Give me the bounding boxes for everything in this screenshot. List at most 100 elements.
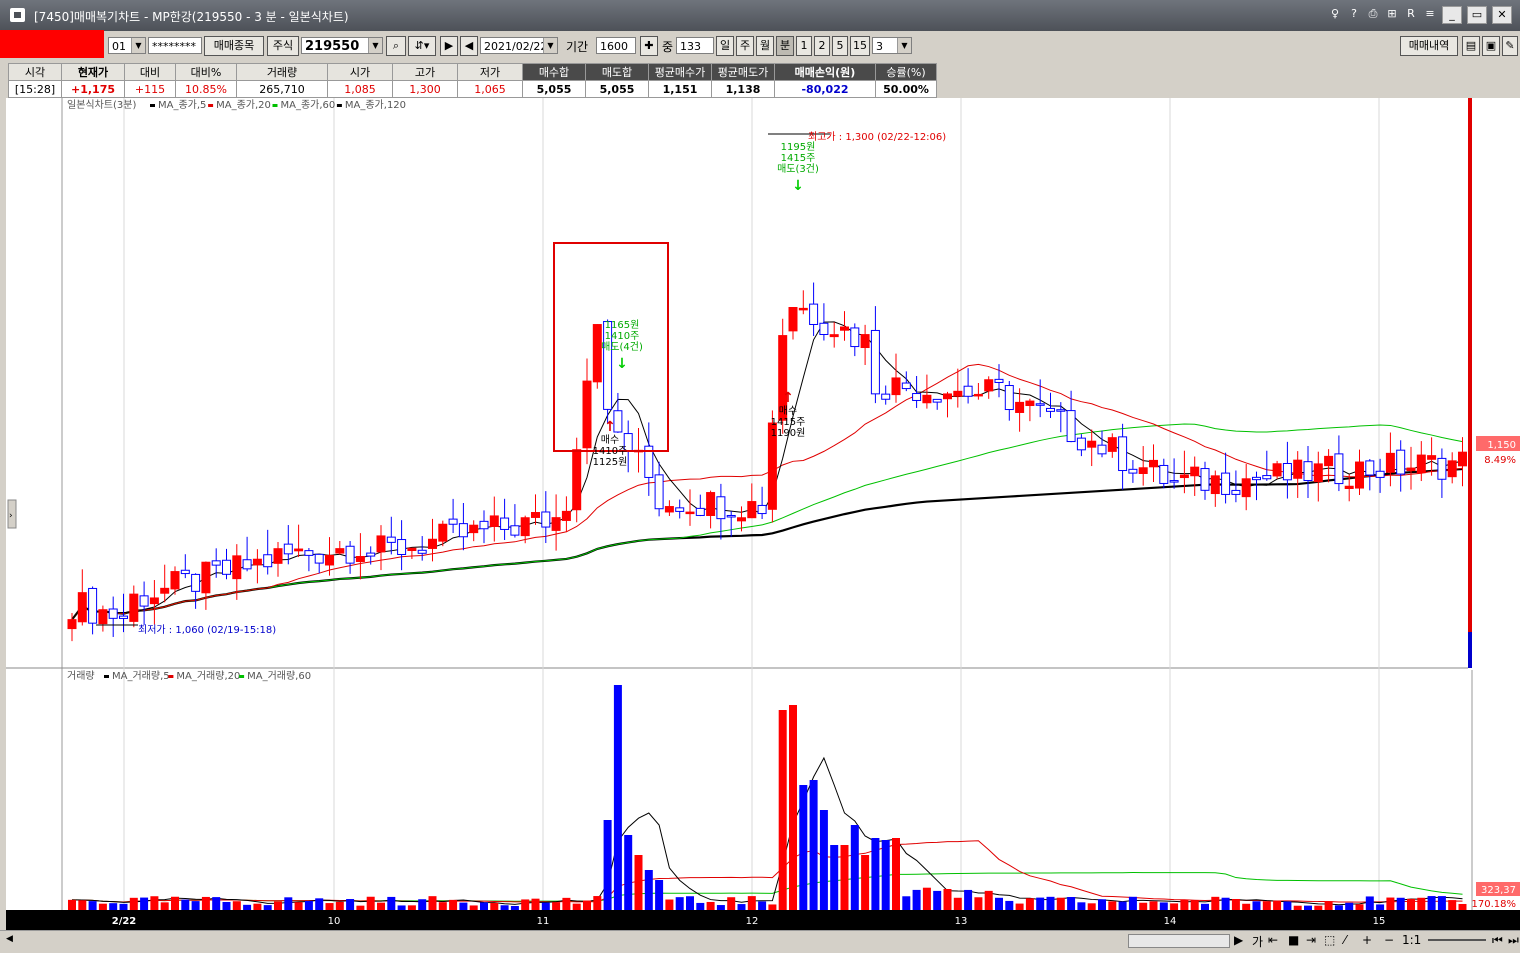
candle-body bbox=[283, 543, 293, 555]
candle-body bbox=[901, 382, 911, 390]
layout-icon[interactable]: ⊞ bbox=[1385, 6, 1399, 22]
candle-body bbox=[829, 334, 839, 338]
chevron-right-icon[interactable]: › bbox=[9, 511, 13, 521]
help-icon[interactable]: ? bbox=[1347, 6, 1361, 22]
min-select-value: 3 bbox=[876, 40, 883, 53]
period-input[interactable]: 1600 bbox=[596, 37, 636, 54]
last-icon[interactable]: ⏭ bbox=[1508, 933, 1519, 948]
candle-body bbox=[294, 548, 304, 552]
first-icon[interactable]: ⏮ bbox=[1492, 933, 1503, 948]
volume-bar bbox=[521, 899, 530, 910]
chart-area[interactable]: › 일본식차트(3분) MA_종가,5 MA_종가,20 MA_종가,60 MA_종가… bbox=[0, 98, 1520, 950]
close-icon[interactable]: ✕ bbox=[1492, 6, 1512, 24]
chevron-down-icon[interactable]: ▼ bbox=[897, 38, 911, 53]
trade-history-button[interactable]: 매매내역 bbox=[1400, 36, 1458, 56]
text-tool-button[interactable]: 가 bbox=[1252, 933, 1263, 950]
volume-bar bbox=[366, 896, 375, 910]
volume-bar bbox=[78, 900, 87, 910]
price-legend-title: 일본식차트(3분) bbox=[67, 99, 136, 111]
tf-min-button[interactable]: 분 bbox=[776, 36, 794, 56]
candle-body bbox=[1200, 468, 1210, 491]
account-select[interactable]: 01 ▼ bbox=[108, 37, 146, 54]
mid-input[interactable]: 133 bbox=[676, 37, 714, 54]
volume-bar bbox=[335, 901, 344, 910]
date-input[interactable]: 2021/02/22 ▼ bbox=[480, 37, 558, 54]
market-select[interactable]: 주식 bbox=[267, 36, 299, 56]
min-15-button[interactable]: 15 bbox=[850, 36, 870, 56]
scroll-left-icon[interactable]: ◀ bbox=[6, 934, 14, 946]
tf-month-button[interactable]: 월 bbox=[756, 36, 774, 56]
sort-icon[interactable]: ⇵▾ bbox=[408, 36, 436, 56]
maximize-icon[interactable]: ▭ bbox=[1467, 6, 1487, 24]
x-tick-label: 14 bbox=[1164, 916, 1177, 927]
draw-tool-icon[interactable]: ⁄ bbox=[1344, 933, 1346, 947]
next-icon[interactable]: ▶ bbox=[440, 36, 458, 56]
question-icon[interactable]: ♀ bbox=[1328, 6, 1342, 22]
hdr-avg-buy: 평균매수가 bbox=[648, 63, 712, 81]
volume-bar bbox=[1077, 902, 1086, 910]
candle-body bbox=[242, 559, 252, 570]
chevron-down-icon[interactable]: ▼ bbox=[543, 38, 557, 53]
chart-svg[interactable]: › 일본식차트(3분) MA_종가,5 MA_종가,20 MA_종가,60 MA_종가… bbox=[0, 98, 1520, 950]
prev-icon[interactable]: ◀ bbox=[460, 36, 478, 56]
candle-body bbox=[428, 538, 437, 549]
redacted-account bbox=[0, 30, 104, 58]
min-5-button[interactable]: 5 bbox=[832, 36, 848, 56]
tf-day-button[interactable]: 일 bbox=[716, 36, 734, 56]
volume-bar bbox=[315, 898, 324, 910]
candle-body bbox=[77, 592, 87, 623]
tf-week-button[interactable]: 주 bbox=[736, 36, 754, 56]
scrollbar[interactable] bbox=[1128, 934, 1230, 948]
volume-bar bbox=[129, 897, 138, 910]
print-icon[interactable]: ⎙ bbox=[1366, 6, 1380, 22]
volume-bar bbox=[1314, 905, 1323, 910]
candle-body bbox=[675, 507, 685, 512]
min-2-button[interactable]: 2 bbox=[814, 36, 830, 56]
zoom-in-icon[interactable]: + bbox=[1362, 933, 1372, 947]
candle-body bbox=[1159, 464, 1169, 484]
min-select[interactable]: 3 ▼ bbox=[872, 37, 912, 54]
save-icon[interactable]: ▣ bbox=[1482, 36, 1500, 56]
current-volume-pct: 170.18% bbox=[1472, 899, 1517, 910]
code-input[interactable]: 219550 ▼ bbox=[301, 37, 383, 54]
search-icon[interactable]: ⌕ bbox=[386, 36, 406, 56]
candle-body bbox=[273, 548, 283, 564]
r-icon[interactable]: R bbox=[1404, 6, 1418, 22]
volume-bar bbox=[1345, 902, 1354, 910]
volume-bar bbox=[809, 780, 818, 910]
crosshair-icon[interactable]: ✚ bbox=[640, 36, 658, 56]
volume-bar bbox=[490, 902, 499, 910]
wrench-icon[interactable]: ✎ bbox=[1502, 36, 1518, 56]
select-tool-icon[interactable]: ⬚ bbox=[1324, 933, 1335, 947]
low-label: 최저가 : 1,060 (02/19-15:18) bbox=[138, 624, 276, 636]
volume-bar bbox=[1159, 902, 1168, 910]
candle-body bbox=[335, 548, 345, 554]
password-field[interactable]: ******** bbox=[148, 37, 202, 54]
folder-icon[interactable]: ▤ bbox=[1462, 36, 1480, 56]
zoom-out-icon[interactable]: − bbox=[1384, 933, 1394, 947]
info-value-row: [15:28] +1,175 +115 10.85% 265,710 1,085… bbox=[8, 80, 937, 98]
candle-body bbox=[1118, 436, 1128, 472]
candle-body bbox=[1375, 470, 1385, 478]
sell1-label: 매도(4건) bbox=[601, 341, 643, 353]
zoom-slider[interactable] bbox=[1428, 939, 1486, 941]
volume-bar bbox=[1098, 899, 1106, 910]
chevron-down-icon[interactable]: ▼ bbox=[131, 38, 145, 53]
candle-body bbox=[263, 554, 273, 568]
chevron-down-icon[interactable]: ▼ bbox=[368, 38, 382, 53]
volume-bar bbox=[964, 889, 973, 910]
candle-body bbox=[1076, 437, 1086, 451]
min-1-button[interactable]: 1 bbox=[796, 36, 812, 56]
sell1-price: 1165원 bbox=[605, 319, 640, 331]
volume-bar bbox=[1334, 905, 1343, 910]
minimize-icon[interactable]: _ bbox=[1442, 6, 1462, 24]
volume-bar bbox=[1025, 898, 1034, 910]
candle-body bbox=[1231, 489, 1241, 495]
scroll-right-icon[interactable]: ▶ bbox=[1234, 933, 1243, 947]
x-tick-label: 11 bbox=[537, 916, 550, 927]
trade-stock-button[interactable]: 매매종목 bbox=[204, 36, 264, 56]
rewind-icon[interactable]: ⇤ bbox=[1268, 933, 1278, 947]
stop-icon[interactable]: ■ bbox=[1288, 933, 1299, 947]
settings-icon[interactable]: ≡ bbox=[1423, 6, 1437, 22]
forward-icon[interactable]: ⇥ bbox=[1306, 933, 1316, 947]
